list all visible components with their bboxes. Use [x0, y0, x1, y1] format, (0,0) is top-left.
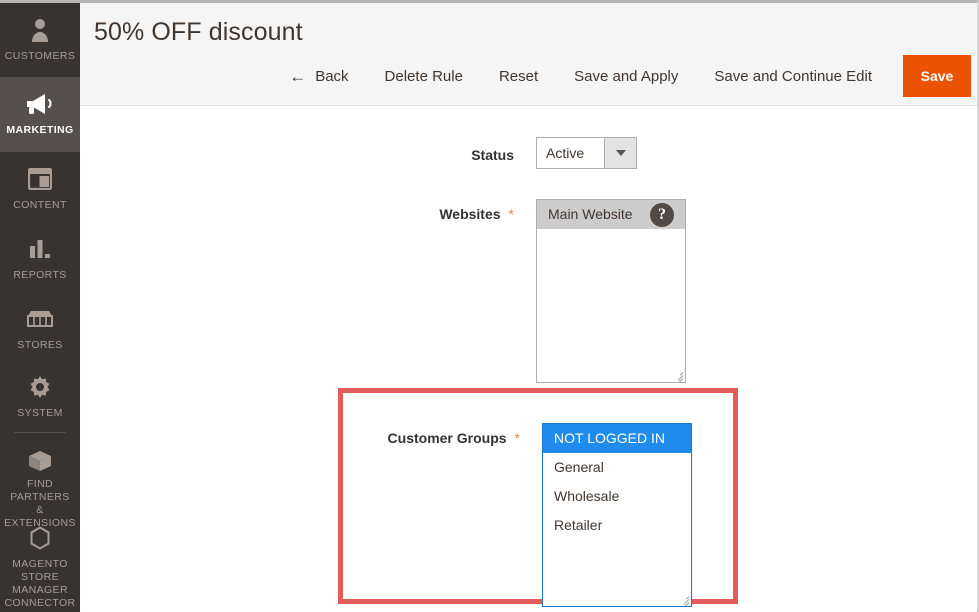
sidebar-item-stores[interactable]: STORES [0, 292, 80, 360]
delete-rule-button[interactable]: Delete Rule [385, 55, 463, 98]
sidebar-item-reports[interactable]: REPORTS [0, 222, 80, 292]
gear-icon [23, 372, 57, 402]
resize-handle[interactable] [672, 369, 684, 382]
field-websites: Websites * Main Website ? [418, 199, 686, 383]
bar-chart-icon [23, 234, 57, 264]
sidebar-item-customers[interactable]: CUSTOMERS [0, 3, 80, 77]
required-marker: * [508, 206, 514, 222]
rule-information-form: Status Active Websites * Main Website ? C… [80, 107, 977, 612]
list-item[interactable]: Retailer [543, 511, 691, 540]
list-item[interactable]: Wholesale [543, 482, 691, 511]
sidebar-item-find-partners-extensions[interactable]: FIND PARTNERS & EXTENSIONS [0, 437, 80, 529]
chevron-down-icon[interactable] [604, 138, 636, 168]
reset-button[interactable]: Reset [499, 55, 538, 98]
sidebar-item-system[interactable]: SYSTEM [0, 360, 80, 426]
save-and-continue-edit-button[interactable]: Save and Continue Edit [714, 55, 872, 98]
sidebar-item-content[interactable]: CONTENT [0, 152, 80, 222]
resize-handle[interactable] [678, 593, 690, 606]
list-item[interactable]: General [543, 453, 691, 482]
sidebar-item-label: MARKETING [6, 124, 74, 136]
required-marker: * [514, 430, 520, 446]
field-customer-groups: Customer Groups * NOT LOGGED IN General W… [362, 423, 692, 607]
content-layout-icon [23, 164, 57, 194]
extensions-box-icon [23, 449, 57, 473]
sidebar-divider [14, 432, 66, 433]
sidebar-item-label: CUSTOMERS [4, 50, 76, 62]
megaphone-icon [23, 89, 57, 119]
admin-page: CUSTOMERS MARKETING CONTENT REPORTS STOR [0, 0, 979, 612]
sidebar-item-label: STORES [17, 339, 63, 351]
status-select[interactable]: Active [536, 137, 637, 169]
page-header: 50% OFF discount ← Back Delete Rule Rese… [80, 3, 977, 106]
back-button[interactable]: ← Back [289, 55, 348, 98]
sidebar-item-label: CONTENT [13, 199, 67, 211]
save-button[interactable]: Save [903, 55, 971, 97]
page-title: 50% OFF discount [94, 18, 303, 46]
hexagon-icon [23, 523, 57, 553]
sidebar-item-label: MAGENTO STORE MANAGER CONNECTOR [4, 558, 76, 609]
storefront-icon [23, 304, 57, 334]
customer-groups-label-text: Customer Groups [387, 430, 507, 446]
status-selected-value: Active [546, 145, 585, 161]
status-label: Status [471, 147, 514, 163]
sidebar-item-magento-store-manager-connector[interactable]: MAGENTO STORE MANAGER CONNECTOR [0, 511, 80, 611]
sidebar-item-label: REPORTS [13, 269, 67, 281]
websites-label-text: Websites [439, 206, 501, 222]
customer-groups-label: Customer Groups * [362, 423, 520, 446]
back-arrow-icon: ← [289, 67, 307, 86]
sidebar-item-marketing[interactable]: MARKETING [0, 77, 80, 152]
page-actions-toolbar: ← Back Delete Rule Reset Save and Apply … [80, 55, 977, 106]
main-sidebar: CUSTOMERS MARKETING CONTENT REPORTS STOR [0, 3, 80, 612]
field-status: Status Active [436, 137, 637, 169]
list-item[interactable]: NOT LOGGED IN [543, 424, 691, 453]
back-button-label: Back [315, 68, 349, 85]
customers-icon [23, 15, 57, 45]
help-icon[interactable]: ? [650, 203, 674, 227]
save-and-apply-button[interactable]: Save and Apply [574, 55, 678, 98]
websites-label: Websites * [418, 199, 514, 222]
sidebar-item-label: SYSTEM [17, 407, 63, 419]
customer-groups-multiselect[interactable]: NOT LOGGED IN General Wholesale Retailer [542, 423, 692, 607]
